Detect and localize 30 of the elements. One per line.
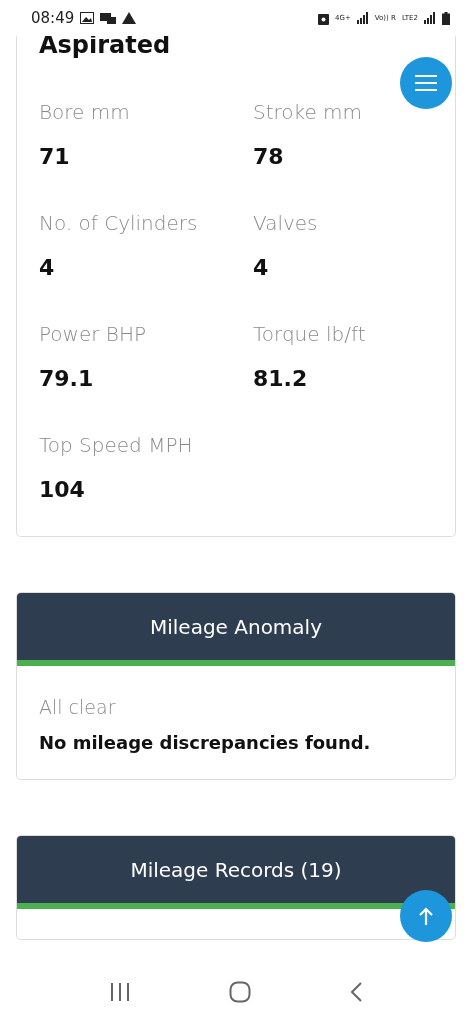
- message-icon: [100, 12, 117, 24]
- spec-value: 104: [39, 477, 86, 502]
- spec-label: Top Speed MPH: [39, 433, 194, 457]
- spec-label: Torque lb/ft: [253, 322, 367, 346]
- spec-label: Valves: [253, 211, 319, 235]
- image-icon: [80, 12, 95, 24]
- spec-label: No. of Cylinders: [39, 211, 199, 235]
- status-label: All clear: [39, 696, 117, 718]
- status-message: No mileage discrepancies found.: [39, 732, 372, 753]
- spec-value: 78: [253, 144, 285, 169]
- spec-label: Stroke mm: [253, 100, 364, 124]
- arrow-up-icon: [419, 907, 433, 925]
- spec-label: Bore mm: [39, 100, 131, 124]
- spec-value: 4: [253, 255, 270, 280]
- recent-apps-icon[interactable]: [109, 982, 131, 1002]
- home-icon[interactable]: [229, 981, 251, 1003]
- spec-value: 81.2: [253, 366, 309, 391]
- spec-value: 71: [39, 144, 71, 169]
- warning-icon: [122, 12, 137, 24]
- back-icon[interactable]: [349, 981, 363, 1003]
- signal-icon: [424, 12, 436, 24]
- spec-value: 4: [39, 255, 56, 280]
- spec-value: 79.1: [39, 366, 95, 391]
- signal-icon: [356, 12, 369, 24]
- clock-time: 08:49: [31, 9, 75, 27]
- menu-icon: [415, 74, 437, 92]
- panel-title: Mileage Records (19): [130, 857, 342, 882]
- spec-label: Power BHP: [39, 322, 148, 346]
- battery-icon: [442, 11, 450, 25]
- panel-title: Mileage Anomaly: [150, 614, 322, 639]
